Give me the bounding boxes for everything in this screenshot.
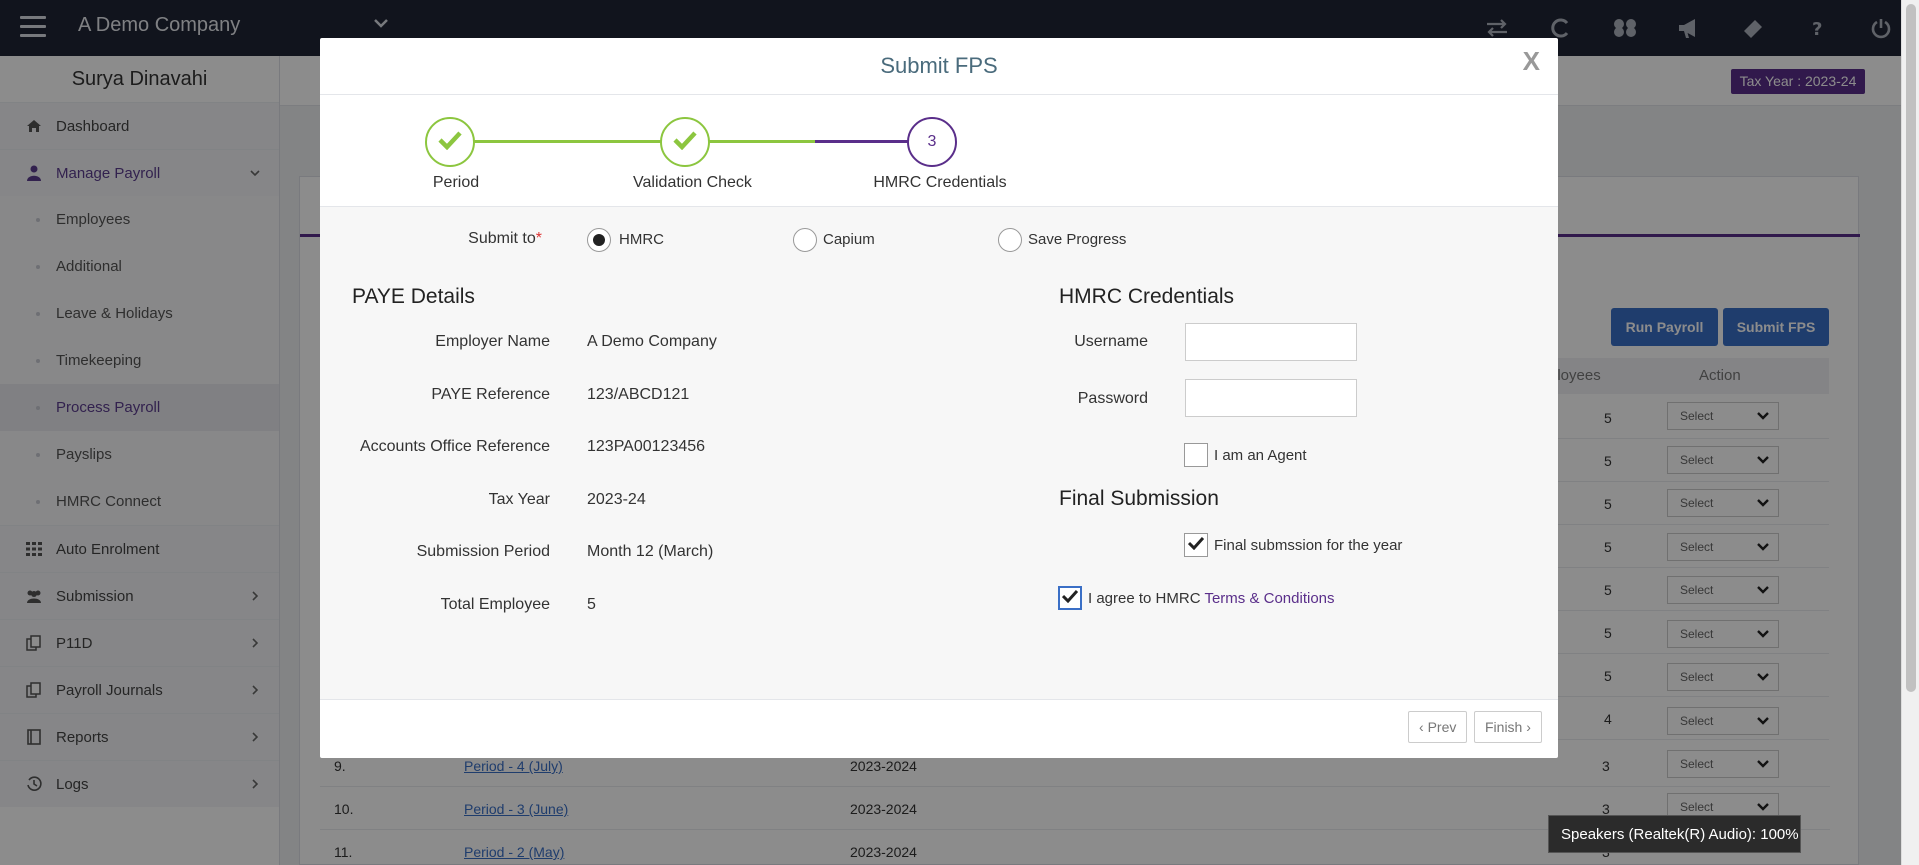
username-label: Username (1074, 333, 1148, 350)
employer-name-label: Employer Name (435, 333, 550, 350)
submit-to-label: Submit to* (468, 230, 542, 247)
radio-hmrc-label: HMRC (619, 231, 664, 248)
modal-header: Submit FPS X (320, 38, 1558, 95)
submission-period-value: Month 12 (March) (587, 543, 714, 560)
tax-year-label: Tax Year (488, 491, 550, 508)
total-employee-value: 5 (587, 596, 596, 613)
page-scrollbar[interactable] (1901, 0, 1919, 865)
agent-label: I am an Agent (1214, 447, 1307, 464)
divider (320, 699, 1558, 700)
agent-checkbox[interactable] (1184, 443, 1208, 467)
check-icon (438, 130, 462, 154)
chevron-right-icon: › (1526, 719, 1531, 735)
step-period-circle (425, 117, 475, 167)
radio-save-progress[interactable] (998, 228, 1022, 252)
total-employee-label: Total Employee (440, 596, 550, 613)
agree-terms-label: I agree to HMRC Terms & Conditions (1088, 590, 1335, 607)
modal-title: Submit FPS (880, 53, 998, 78)
accounts-office-reference-value: 123PA00123456 (587, 438, 706, 455)
step-connector (709, 140, 815, 143)
step-label-credentials: HMRC Credentials (873, 174, 1007, 191)
check-icon (1187, 536, 1205, 554)
check-icon (673, 130, 697, 154)
accounts-office-reference-label: Accounts Office Reference (359, 438, 550, 455)
scrollbar-thumb[interactable] (1906, 4, 1916, 692)
final-submission-heading: Final Submission (1059, 487, 1219, 510)
step-label-period: Period (432, 174, 480, 191)
step-validation-circle (660, 117, 710, 167)
finish-button[interactable]: Finish › (1474, 711, 1542, 743)
final-submission-checkbox[interactable] (1184, 533, 1208, 557)
step-connector (815, 140, 909, 143)
close-icon[interactable]: X (1523, 46, 1540, 77)
credentials-heading: HMRC Credentials (1059, 285, 1235, 308)
radio-hmrc[interactable] (587, 228, 611, 252)
final-submission-label: Final submssion for the year (1214, 537, 1403, 554)
paye-heading: PAYE Details (352, 285, 475, 308)
submission-period-label: Submission Period (416, 543, 550, 560)
radio-capium-label: Capium (823, 231, 875, 248)
prev-button[interactable]: ‹ Prev (1408, 711, 1468, 743)
check-icon (1061, 589, 1079, 607)
step-connector (473, 140, 661, 143)
terms-conditions-link[interactable]: Terms & Conditions (1204, 590, 1334, 607)
paye-reference-label: PAYE Reference (431, 386, 550, 403)
step-credentials-circle: 3 (907, 117, 957, 167)
volume-toast: Speakers (Realtek(R) Audio): 100% (1548, 815, 1801, 853)
radio-save-progress-label: Save Progress (1028, 231, 1127, 248)
password-label: Password (1077, 390, 1148, 407)
step-label-validation: Validation Check (633, 174, 752, 191)
paye-reference-value: 123/ABCD121 (587, 386, 690, 403)
username-input[interactable] (1185, 323, 1357, 361)
radio-capium[interactable] (793, 228, 817, 252)
password-input[interactable] (1185, 379, 1357, 417)
tax-year-value: 2023-24 (587, 491, 646, 508)
employer-name-value: A Demo Company (587, 333, 717, 350)
chevron-left-icon: ‹ (1419, 719, 1424, 735)
agree-terms-checkbox[interactable] (1058, 586, 1082, 610)
